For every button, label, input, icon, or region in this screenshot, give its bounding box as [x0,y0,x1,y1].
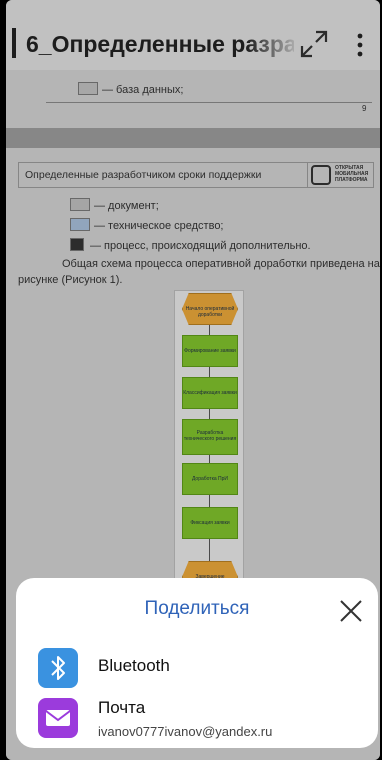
share-option-bluetooth[interactable]: Bluetooth [16,644,378,694]
device-screen: 6_Определенные разраб — база данных; 9 О… [6,0,380,760]
share-option-sublabel: ivanov0777ivanov@yandex.ru [98,724,273,739]
mail-icon [38,698,78,738]
share-sheet-title: Поделиться [144,598,250,619]
share-sheet: Поделиться Bluetooth Почта ivanov0777iva… [16,578,378,748]
share-option-label: Bluetooth [98,656,170,675]
share-option-label: Почта [98,698,146,717]
share-option-mail[interactable]: Почта ivanov0777ivanov@yandex.ru [16,694,378,744]
close-icon[interactable] [338,598,364,624]
bluetooth-icon [38,648,78,688]
